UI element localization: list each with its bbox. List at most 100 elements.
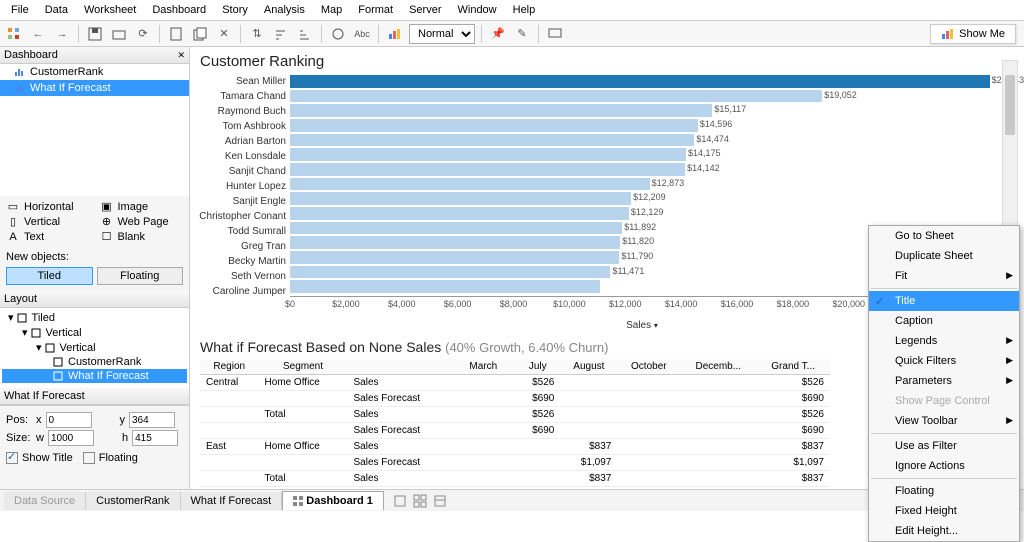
- y-input[interactable]: [129, 412, 175, 428]
- table-row[interactable]: CentralHome OfficeSales$526$526: [200, 375, 830, 391]
- new-story-icon[interactable]: [430, 491, 450, 511]
- bar-row[interactable]: $12,873: [290, 177, 994, 192]
- dashboard-icon: [293, 496, 303, 506]
- x-input[interactable]: [46, 412, 92, 428]
- menu-dashboard[interactable]: Dashboard: [145, 2, 213, 18]
- new-dashboard-icon[interactable]: [410, 491, 430, 511]
- menu-item-parameters[interactable]: Parameters▶: [869, 371, 1019, 391]
- menu-item-view-toolbar[interactable]: View Toolbar▶: [869, 411, 1019, 431]
- menu-data[interactable]: Data: [38, 2, 75, 18]
- menu-format[interactable]: Format: [351, 2, 400, 18]
- bar-row[interactable]: $15,117: [290, 103, 994, 118]
- highlight-icon[interactable]: ✎: [512, 24, 532, 44]
- bar-value-label: $11,471: [612, 266, 644, 276]
- menu-item-fit[interactable]: Fit▶: [869, 266, 1019, 286]
- object-webpage[interactable]: ⊕Web Page: [100, 215, 184, 228]
- table-row[interactable]: Sales Forecast$690$690: [200, 423, 830, 439]
- layout-node-customerrank[interactable]: CustomerRank: [2, 355, 187, 369]
- chart-type-icon[interactable]: [385, 24, 405, 44]
- table-row[interactable]: EastHome OfficeSales$837$837: [200, 439, 830, 455]
- object-vertical[interactable]: ▯Vertical: [6, 215, 90, 228]
- chart-title: Customer Ranking: [190, 47, 1024, 74]
- category-label: Seth Vernon: [190, 269, 290, 284]
- auto-update-icon[interactable]: ⟳: [133, 24, 153, 44]
- menu-item-go-to-sheet[interactable]: Go to Sheet: [869, 226, 1019, 246]
- object-blank[interactable]: ☐Blank: [100, 230, 184, 243]
- menu-analysis[interactable]: Analysis: [257, 2, 312, 18]
- menu-item-use-as-filter[interactable]: Use as Filter: [869, 436, 1019, 456]
- table-row[interactable]: Sales Forecast$1,097$1,097: [200, 455, 830, 471]
- show-title-checkbox[interactable]: [6, 452, 18, 464]
- menu-item-duplicate-sheet[interactable]: Duplicate Sheet: [869, 246, 1019, 266]
- bar-row[interactable]: $14,474: [290, 133, 994, 148]
- table-row[interactable]: TotalSales$526$526: [200, 407, 830, 423]
- duplicate-icon[interactable]: [190, 24, 210, 44]
- sheet-item-what-if-forecast[interactable]: What If Forecast: [0, 80, 189, 96]
- menu-help[interactable]: Help: [506, 2, 543, 18]
- menu-item-caption[interactable]: Caption: [869, 311, 1019, 331]
- back-icon[interactable]: ←: [28, 24, 48, 44]
- category-label: Becky Martin: [190, 254, 290, 269]
- menu-map[interactable]: Map: [314, 2, 349, 18]
- tab-data-source[interactable]: Data Source: [4, 492, 86, 510]
- menu-item-edit-height[interactable]: Edit Height...: [869, 521, 1019, 541]
- connect-icon[interactable]: [109, 24, 129, 44]
- bar-row[interactable]: $14,142: [290, 162, 994, 177]
- tab-dashboard-1[interactable]: Dashboard 1: [282, 491, 384, 510]
- bar-row[interactable]: $12,129: [290, 206, 994, 221]
- new-worksheet-icon[interactable]: [166, 24, 186, 44]
- object-horizontal[interactable]: ▭Horizontal: [6, 200, 90, 213]
- bar-row[interactable]: $19,052: [290, 89, 994, 104]
- group-icon[interactable]: [328, 24, 348, 44]
- save-icon[interactable]: [85, 24, 105, 44]
- abc-icon[interactable]: Abc: [352, 24, 372, 44]
- bar-row[interactable]: $14,596: [290, 118, 994, 133]
- object-image[interactable]: ▣Image: [100, 200, 184, 213]
- menu-server[interactable]: Server: [402, 2, 448, 18]
- layout-node-tiled[interactable]: ▾ Tiled: [2, 310, 187, 325]
- menu-item-title[interactable]: Title✓: [869, 291, 1019, 311]
- new-sheet-icon[interactable]: [390, 491, 410, 511]
- object-text[interactable]: AText: [6, 230, 90, 243]
- menu-item-floating[interactable]: Floating: [869, 481, 1019, 501]
- menu-item-fixed-height[interactable]: Fixed Height: [869, 501, 1019, 521]
- tab-customerrank[interactable]: CustomerRank: [86, 492, 180, 510]
- sheet-item-customerrank[interactable]: CustomerRank: [0, 64, 189, 80]
- layout-node-vertical[interactable]: ▾ Vertical: [2, 340, 187, 355]
- tab-what-if-forecast[interactable]: What If Forecast: [181, 492, 283, 510]
- show-me-button[interactable]: Show Me: [930, 24, 1016, 44]
- swap-icon[interactable]: ⇅: [247, 24, 267, 44]
- floating-checkbox[interactable]: [83, 452, 95, 464]
- table-row[interactable]: Sales Forecast$690$690: [200, 391, 830, 407]
- floating-button[interactable]: Floating: [97, 267, 184, 285]
- layout-panel-header: Layout: [0, 291, 189, 308]
- bar-row[interactable]: $12,209: [290, 191, 994, 206]
- layout-node-vertical[interactable]: ▾ Vertical: [2, 325, 187, 340]
- tiled-button[interactable]: Tiled: [6, 267, 93, 285]
- bar-row[interactable]: $25,043: [290, 74, 994, 89]
- menu-item-ignore-actions[interactable]: Ignore Actions: [869, 456, 1019, 476]
- sort-desc-icon[interactable]: [295, 24, 315, 44]
- bar-row[interactable]: $14,175: [290, 147, 994, 162]
- pin-icon[interactable]: 📌: [488, 24, 508, 44]
- menu-window[interactable]: Window: [451, 2, 504, 18]
- w-input[interactable]: [48, 430, 94, 446]
- presentation-icon[interactable]: [545, 24, 565, 44]
- menu-story[interactable]: Story: [215, 2, 255, 18]
- menu-file[interactable]: File: [4, 2, 36, 18]
- fit-select[interactable]: Normal: [409, 24, 475, 44]
- menu-item-legends[interactable]: Legends▶: [869, 331, 1019, 351]
- submenu-arrow-icon: ▶: [1006, 375, 1013, 386]
- category-label: Hunter Lopez: [190, 179, 290, 194]
- forward-icon[interactable]: →: [52, 24, 72, 44]
- bar: [290, 134, 694, 147]
- sort-asc-icon[interactable]: [271, 24, 291, 44]
- clear-icon[interactable]: ✕: [214, 24, 234, 44]
- menu-item-quick-filters[interactable]: Quick Filters▶: [869, 351, 1019, 371]
- bar: [290, 207, 629, 220]
- table-row[interactable]: TotalSales$837$837: [200, 471, 830, 487]
- menu-worksheet[interactable]: Worksheet: [77, 2, 143, 18]
- close-panel-icon[interactable]: ✕: [177, 50, 185, 61]
- layout-node-what-if-forecast[interactable]: What If Forecast: [2, 369, 187, 383]
- h-input[interactable]: [132, 430, 178, 446]
